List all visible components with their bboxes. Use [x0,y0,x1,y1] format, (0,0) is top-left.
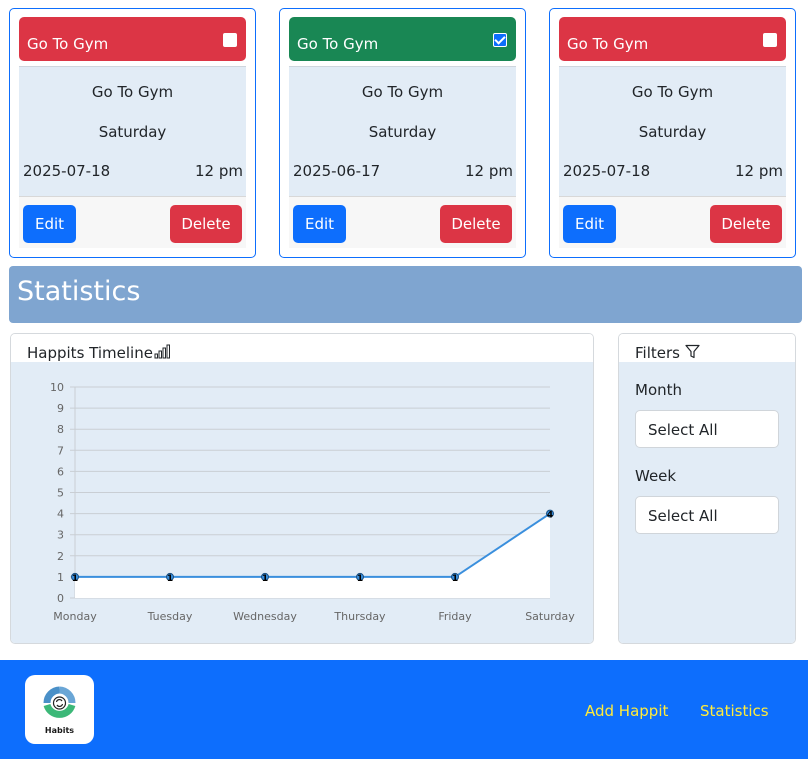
habit-date: 2025-07-18 [23,162,111,180]
y-tick-label: 5 [57,487,64,500]
edit-button[interactable]: Edit [23,205,76,243]
y-tick-label: 0 [57,592,64,605]
x-tick-label: Thursday [333,610,386,623]
habit-date: 2025-07-18 [563,162,651,180]
data-label: 4 [547,511,553,521]
data-label: 1 [357,574,363,584]
habit-card-body: Go To Gym Saturday 2025-07-18 12 pm [19,66,246,196]
filters-panel: Filters Month Select All Week Select All [618,333,796,644]
habit-card-footer: Edit Delete [289,196,516,248]
funnel-icon [685,344,700,359]
data-label: 1 [167,574,173,584]
habit-card-header: Go To Gym [19,17,246,61]
edit-button[interactable]: Edit [563,205,616,243]
habit-done-checkbox[interactable] [223,33,237,47]
statistics-title: Statistics [17,276,141,307]
habit-name: Go To Gym [361,83,444,101]
x-tick-label: Saturday [525,610,575,623]
month-label: Month [635,381,683,399]
y-tick-label: 4 [57,508,64,521]
y-tick-label: 1 [57,571,64,584]
x-tick-label: Wednesday [233,610,297,623]
habits-logo-icon [43,686,76,718]
delete-button[interactable]: Delete [440,205,512,243]
y-tick-label: 6 [57,465,64,478]
habit-card-footer: Edit Delete [19,196,246,248]
data-label: 1 [262,574,268,584]
habit-card-body: Go To Gym Saturday 2025-07-18 12 pm [559,66,786,196]
filters-body: Month Select All Week Select All [619,362,795,643]
habit-day: Saturday [98,123,167,141]
y-tick-label: 8 [57,423,64,436]
habit-time: 12 pm [465,162,513,180]
habit-card: Go To Gym Go To Gym Saturday 2025-06-17 … [279,8,526,258]
edit-button[interactable]: Edit [293,205,346,243]
footer-bar: Habits Add Happit Statistics [0,660,808,759]
data-label: 1 [452,574,458,584]
habit-card-footer: Edit Delete [559,196,786,248]
y-tick-label: 7 [57,444,64,457]
statistics-banner: Statistics [9,266,802,323]
y-tick-label: 3 [57,529,64,542]
nav-add-happit[interactable]: Add Happit [585,702,668,720]
week-select[interactable]: Select All [635,496,779,534]
bar-chart-icon [154,344,170,359]
habit-date: 2025-06-17 [293,162,381,180]
habit-card: Go To Gym Go To Gym Saturday 2025-07-18 … [9,8,256,258]
habit-card-body: Go To Gym Saturday 2025-06-17 12 pm [289,66,516,196]
data-label: 1 [72,574,78,584]
habit-card-header: Go To Gym [289,17,516,61]
habit-card-header: Go To Gym [559,17,786,61]
nav-statistics[interactable]: Statistics [700,702,769,720]
y-tick-label: 2 [57,550,64,563]
y-tick-label: 10 [50,381,64,394]
x-tick-label: Tuesday [147,610,193,623]
timeline-panel: Happits Timeline 0 1 2 3 4 5 6 7 8 9 10 Monday Tuesd… [10,333,594,644]
timeline-body: 0 1 2 3 4 5 6 7 8 9 10 Monday Tuesday Wednesday Thursd… [11,362,593,643]
habit-day: Saturday [638,123,707,141]
week-label: Week [635,467,677,485]
timeline-header: Happits Timeline [11,334,593,362]
filters-title: Filters [635,344,680,362]
delete-button[interactable]: Delete [710,205,782,243]
habit-time: 12 pm [735,162,783,180]
habit-done-checkbox[interactable] [493,33,507,47]
month-select[interactable]: Select All [635,410,779,448]
habit-day: Saturday [368,123,437,141]
habit-card-title: Go To Gym [567,35,649,53]
timeline-title: Happits Timeline [27,344,153,362]
habit-name: Go To Gym [631,83,714,101]
habit-done-checkbox[interactable] [763,33,777,47]
delete-button[interactable]: Delete [170,205,242,243]
filters-header: Filters [619,334,795,362]
habit-card: Go To Gym Go To Gym Saturday 2025-07-18 … [549,8,796,258]
habit-time: 12 pm [195,162,243,180]
logo-caption: Habits [44,726,75,735]
x-tick-label: Monday [53,610,97,623]
y-tick-label: 9 [57,402,64,415]
timeline-chart: 012345678910Monday Tuesday Wednesday Thursd… [50,381,575,623]
habit-card-title: Go To Gym [27,35,109,53]
x-tick-label: Friday [438,610,472,623]
habit-card-title: Go To Gym [297,35,379,53]
app-logo[interactable]: Habits [25,675,94,744]
habit-name: Go To Gym [91,83,174,101]
